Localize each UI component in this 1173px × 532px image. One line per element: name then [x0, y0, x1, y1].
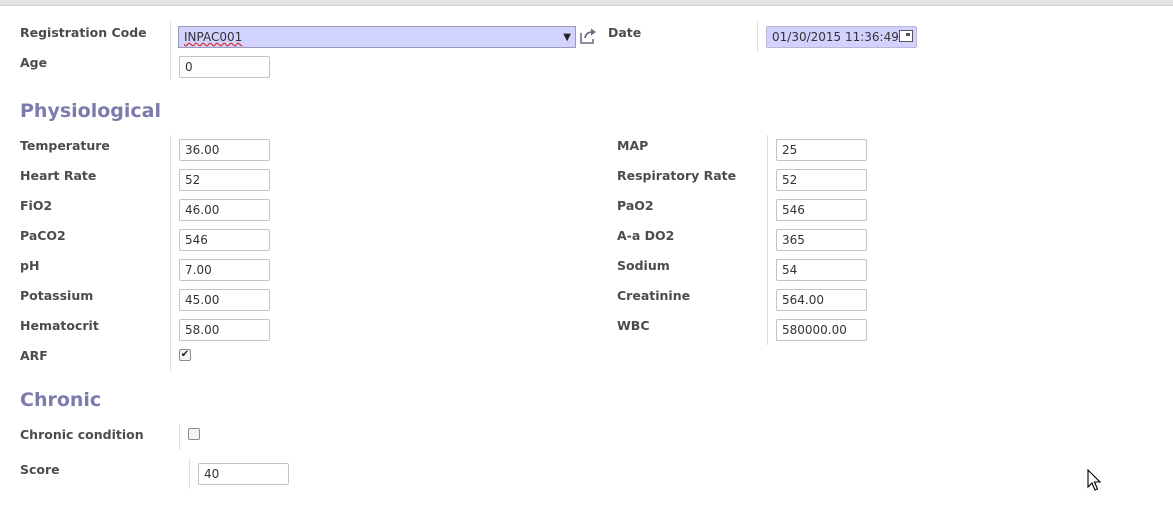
age-input[interactable]	[179, 56, 270, 78]
date-field[interactable]: 01/30/2015 11:36:49	[766, 26, 917, 48]
pao2-input[interactable]	[776, 199, 867, 221]
chronic-condition-label: Chronic condition	[20, 427, 144, 442]
temperature-label: Temperature	[20, 138, 110, 153]
column-divider	[189, 459, 190, 489]
sodium-label: Sodium	[617, 258, 670, 273]
arf-checkbox[interactable]: ✔	[179, 349, 191, 361]
external-link-icon[interactable]	[579, 27, 597, 45]
column-divider	[179, 424, 180, 450]
respiratory-rate-label: Respiratory Rate	[617, 168, 737, 183]
paco2-label: PaCO2	[20, 228, 66, 243]
registration-code-label: Registration Code	[20, 25, 147, 40]
creatinine-input[interactable]	[776, 289, 867, 311]
potassium-label: Potassium	[20, 288, 94, 303]
pao2-label: PaO2	[617, 198, 654, 213]
ph-input[interactable]	[179, 259, 270, 281]
potassium-input[interactable]	[179, 289, 270, 311]
top-bar	[0, 0, 1173, 6]
a-a-do2-input[interactable]	[776, 229, 867, 251]
section-title-physiological: Physiological	[20, 100, 161, 122]
hematocrit-label: Hematocrit	[20, 318, 99, 333]
section-title-chronic: Chronic	[20, 389, 102, 411]
fio2-input[interactable]	[179, 199, 270, 221]
a-a-do2-label: A-a DO2	[617, 228, 675, 243]
wbc-label: WBC	[617, 318, 650, 333]
age-label: Age	[20, 55, 48, 70]
chronic-condition-checkbox[interactable]	[188, 428, 200, 440]
sodium-input[interactable]	[776, 259, 867, 281]
fio2-label: FiO2	[20, 198, 53, 213]
column-divider	[767, 135, 768, 345]
date-value: 01/30/2015 11:36:49	[772, 30, 899, 44]
paco2-input[interactable]	[179, 229, 270, 251]
arf-label: ARF	[20, 348, 48, 363]
wbc-input[interactable]	[776, 319, 867, 341]
score-label: Score	[20, 462, 60, 477]
chevron-down-icon: ▼	[563, 32, 571, 43]
heart-rate-input[interactable]	[179, 169, 270, 191]
map-input[interactable]	[776, 139, 867, 161]
registration-code-select[interactable]: INPAC001 ▼	[178, 26, 576, 48]
respiratory-rate-input[interactable]	[776, 169, 867, 191]
hematocrit-input[interactable]	[179, 319, 270, 341]
ph-label: pH	[20, 258, 40, 273]
mouse-pointer-icon	[1087, 469, 1102, 491]
map-label: MAP	[617, 138, 649, 153]
calendar-icon[interactable]	[899, 30, 913, 42]
date-label: Date	[608, 25, 642, 40]
column-divider	[170, 22, 171, 80]
registration-code-value: INPAC001	[184, 30, 243, 44]
heart-rate-label: Heart Rate	[20, 168, 97, 183]
column-divider	[757, 22, 758, 52]
temperature-input[interactable]	[179, 139, 270, 161]
creatinine-label: Creatinine	[617, 288, 691, 303]
column-divider	[170, 135, 171, 371]
score-input[interactable]	[198, 463, 289, 485]
